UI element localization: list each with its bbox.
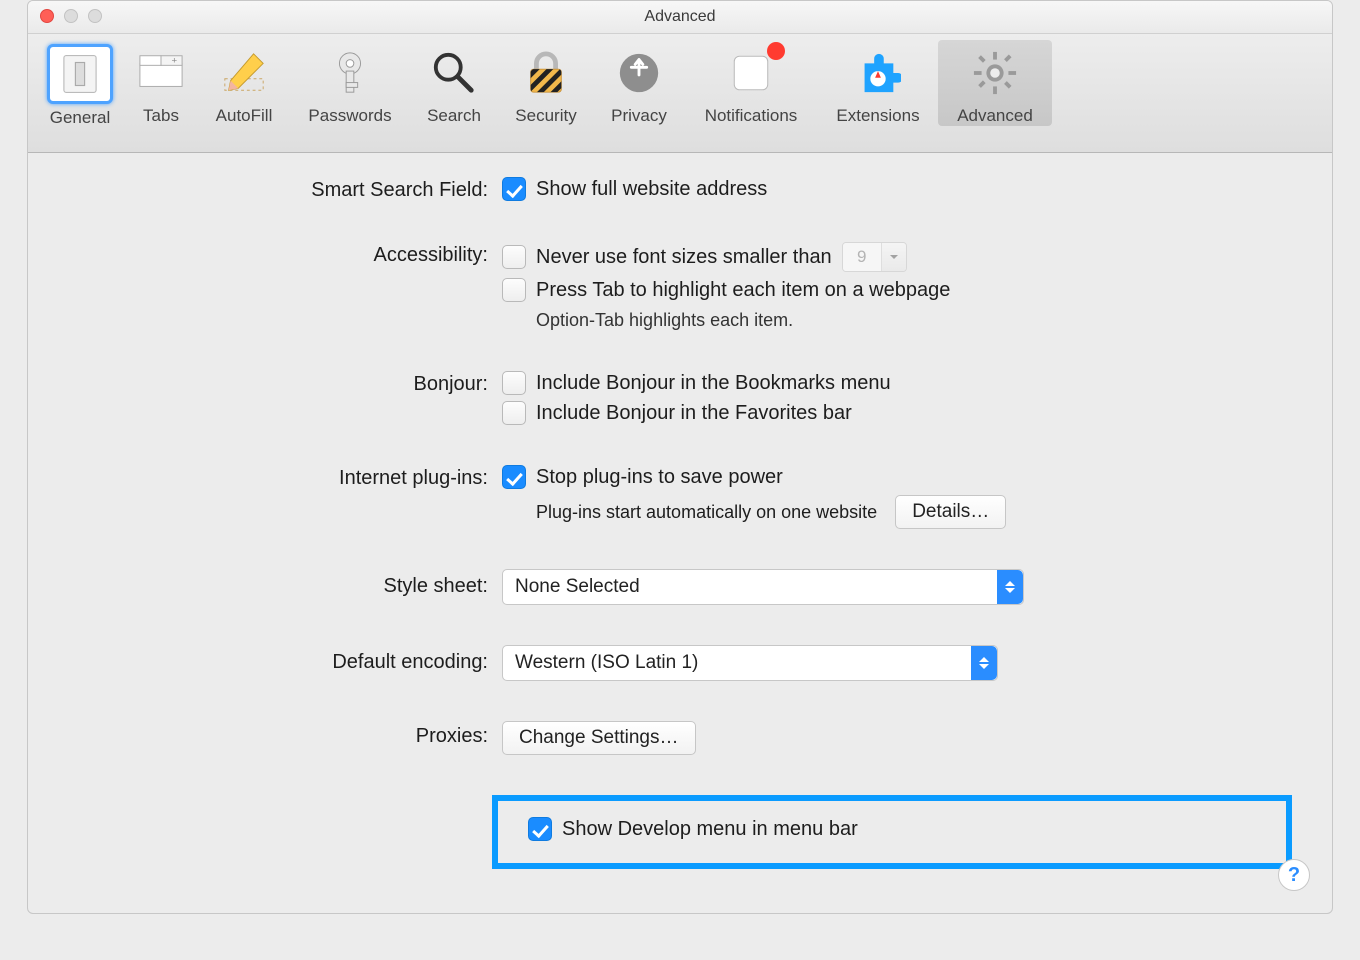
bonjour-favorites-checkbox[interactable]	[502, 401, 526, 425]
notification-badge-icon	[767, 42, 785, 60]
tab-passwords[interactable]: Passwords	[290, 40, 410, 126]
svg-text:+: +	[172, 55, 178, 66]
tab-security[interactable]: Security	[498, 40, 594, 126]
tab-search[interactable]: Search	[410, 40, 498, 126]
encoding-popup[interactable]: Western (ISO Latin 1)	[502, 645, 998, 681]
smart-search-label: Smart Search Field:	[68, 177, 502, 202]
plugin-details-button[interactable]: Details…	[895, 495, 1006, 529]
tab-advanced[interactable]: Advanced	[938, 40, 1052, 126]
show-develop-menu-label: Show Develop menu in menu bar	[562, 818, 858, 841]
passwords-icon	[318, 44, 382, 102]
window-title: Advanced	[644, 8, 715, 26]
accessibility-label: Accessibility:	[68, 242, 502, 267]
change-proxy-settings-button[interactable]: Change Settings…	[502, 721, 696, 755]
extensions-icon	[846, 44, 910, 102]
advanced-icon	[963, 44, 1027, 102]
close-window-button[interactable]	[40, 9, 54, 23]
develop-highlight-box: Show Develop menu in menu bar	[492, 795, 1292, 869]
tab-privacy[interactable]: Privacy	[594, 40, 684, 126]
stop-plugins-checkbox[interactable]	[502, 465, 526, 489]
tab-extensions[interactable]: Extensions	[818, 40, 938, 126]
min-font-size-input[interactable]	[843, 243, 881, 271]
show-full-address-label: Show full website address	[536, 178, 767, 201]
min-font-size-field[interactable]	[842, 242, 907, 272]
tabs-icon: +	[129, 44, 193, 102]
notifications-icon	[719, 44, 783, 102]
encoding-value: Western (ISO Latin 1)	[503, 652, 971, 674]
plugins-hint: Plug-ins start automatically on one webs…	[536, 502, 877, 523]
stylesheet-value: None Selected	[503, 576, 997, 598]
privacy-icon	[607, 44, 671, 102]
preferences-window: Advanced General + Tabs AutoFill Pas	[27, 0, 1333, 914]
min-font-size-label: Never use font sizes smaller than	[536, 246, 832, 269]
min-font-size-checkbox[interactable]	[502, 245, 526, 269]
stylesheet-popup[interactable]: None Selected	[502, 569, 1024, 605]
bonjour-bookmarks-checkbox[interactable]	[502, 371, 526, 395]
tab-autofill[interactable]: AutoFill	[198, 40, 290, 126]
help-button[interactable]: ?	[1278, 859, 1310, 891]
show-full-address-checkbox[interactable]	[502, 177, 526, 201]
general-icon	[47, 44, 113, 104]
advanced-pane: Smart Search Field: Show full website ad…	[28, 153, 1332, 914]
stylesheet-label: Style sheet:	[68, 569, 502, 598]
press-tab-hint: Option-Tab highlights each item.	[536, 310, 1292, 331]
help-icon: ?	[1288, 864, 1300, 887]
chevron-down-icon[interactable]	[881, 243, 906, 271]
encoding-label: Default encoding:	[68, 645, 502, 674]
plugins-label: Internet plug-ins:	[68, 465, 502, 490]
bonjour-favorites-label: Include Bonjour in the Favorites bar	[536, 402, 852, 425]
bonjour-bookmarks-label: Include Bonjour in the Bookmarks menu	[536, 372, 891, 395]
minimize-window-button[interactable]	[64, 9, 78, 23]
press-tab-label: Press Tab to highlight each item on a we…	[536, 279, 950, 302]
press-tab-checkbox[interactable]	[502, 278, 526, 302]
tab-general[interactable]: General	[36, 40, 124, 128]
show-develop-menu-checkbox[interactable]	[528, 817, 552, 841]
stylesheet-popup-arrows-icon	[997, 570, 1023, 604]
tab-notifications[interactable]: Notifications	[684, 40, 818, 126]
autofill-icon	[212, 44, 276, 102]
tab-tabs[interactable]: + Tabs	[124, 40, 198, 126]
encoding-popup-arrows-icon	[971, 646, 997, 680]
search-icon	[422, 44, 486, 102]
titlebar: Advanced	[28, 1, 1332, 34]
bonjour-label: Bonjour:	[68, 371, 502, 396]
zoom-window-button[interactable]	[88, 9, 102, 23]
proxies-label: Proxies:	[68, 721, 502, 748]
security-icon	[514, 44, 578, 102]
window-controls	[40, 9, 102, 23]
preferences-toolbar: General + Tabs AutoFill Passwords Search	[28, 34, 1332, 153]
stop-plugins-label: Stop plug-ins to save power	[536, 466, 783, 489]
